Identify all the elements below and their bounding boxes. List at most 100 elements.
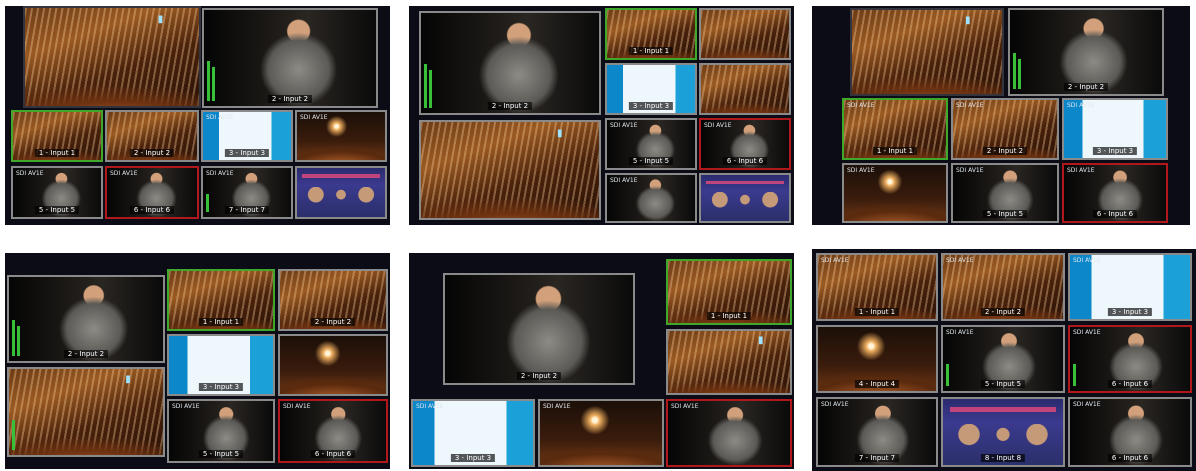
audio-meter-icon [946,364,949,386]
multiview-tile[interactable]: SDI AV1E [605,173,697,223]
multiview-tile[interactable]: SDI AV1E 6 - Input 6 [1062,163,1168,223]
multiview-tile[interactable]: 1 - Input 1 [167,269,275,331]
input-label: 1 - Input 1 [706,312,752,320]
multiview-tile[interactable]: SDI AV1E 2 - Input 2 [941,253,1065,321]
input-label: 3 - Input 3 [450,454,496,462]
multiview-tile[interactable]: SDI AV1E 7 - Input 7 [816,397,938,467]
input-label: 5 - Input 5 [198,450,244,458]
audio-meter-icon [424,64,427,108]
preview-tile[interactable]: ▮ [419,120,601,220]
input-label: 5 - Input 5 [980,380,1026,388]
multiview-tile[interactable]: SDI AV1E 5 - Input 5 [605,118,697,170]
tally-label: SDI AV1E [300,114,328,121]
preview-tile[interactable]: ▮ [850,8,1004,96]
multiview-tile[interactable]: 1 - Input 1 [11,110,103,162]
input-label: 2 - Input 2 [129,149,175,157]
input-label: 5 - Input 5 [628,157,674,165]
input-label: 2 - Input 2 [982,147,1028,155]
multiview-tile[interactable]: SDI AV1E 5 - Input 5 [951,163,1059,223]
multiview-tile[interactable]: 1 - Input 1 [605,8,697,60]
multiview-tile[interactable]: 8 - Input 8 [941,397,1065,467]
multiview-tile[interactable]: ▮ [666,329,792,395]
tally-label: SDI AV1E [671,403,699,410]
multiview-tile[interactable] [699,63,791,115]
tally-label: SDI AV1E [16,170,44,177]
program-tile[interactable]: 2 - Input 2 [419,11,601,115]
multiview-tile[interactable]: 3 - Input 3 [167,334,275,396]
preview-tile[interactable]: ▮ [7,367,165,457]
multiview-tile[interactable]: SDI AV1E 1 - Input 1 [816,253,938,321]
audio-meter-icon [1013,53,1016,89]
multiview-tile[interactable] [699,173,791,223]
preview-tile[interactable]: ▮ [23,6,201,108]
bookmark-icon: ▮ [965,15,971,27]
multiview-tile[interactable]: SDI AV1E 3 - Input 3 [201,110,293,162]
tally-label: SDI AV1E [847,102,875,109]
multiview-tile[interactable]: SDI AV1E 5 - Input 5 [11,166,103,219]
audio-meter-icon [212,67,215,101]
input-label: 3 - Input 3 [1107,308,1153,316]
multiview-tile[interactable]: SDI AV1E 3 - Input 3 [411,399,535,467]
tally-label: SDI AV1E [1067,102,1095,109]
bookmark-icon: ▮ [125,374,131,386]
tally-label: SDI AV1E [821,401,849,408]
multiview-tile[interactable]: 2 - Input 2 [278,269,388,331]
input-label: 2 - Input 2 [980,308,1026,316]
speaker-faces [708,192,782,211]
multiview-tile[interactable]: 2 - Input 2 [105,110,199,162]
card-banner [302,173,380,178]
multiview-tile[interactable]: SDI AV1E [538,399,664,467]
input-label: 1 - Input 1 [198,318,244,326]
tally-label: SDI AV1E [283,403,311,410]
tally-label: SDI AV1E [610,177,638,184]
input-label: 3 - Input 3 [198,383,244,391]
audio-meter-icon [12,320,15,356]
input-label: 8 - Input 8 [980,454,1026,462]
layout-bottom-center: 2 - Input 2 1 - Input 1 ▮ SDI AV1E 3 - I… [409,253,794,469]
multiview-tile[interactable]: SDI AV1E 2 - Input 2 [951,98,1059,160]
tally-label: SDI AV1E [416,403,444,410]
input-label: 2 - Input 2 [267,95,313,103]
multiview-tile[interactable]: 3 - Input 3 [605,63,697,115]
multiview-tile[interactable]: SDI AV1E 6 - Input 6 [699,118,791,170]
multiview-tile[interactable] [699,8,791,60]
input-label: 6 - Input 6 [1092,210,1138,218]
multiview-tile[interactable]: 1 - Input 1 [666,259,792,325]
multiview-tile[interactable] [278,334,388,396]
multiview-tile[interactable]: SDI AV1E 5 - Input 5 [941,325,1065,393]
tally-label: SDI AV1E [1067,167,1095,174]
multiview-tile[interactable]: SDI AV1E [295,110,387,162]
multiview-tile[interactable]: SDI AV1E 6 - Input 6 [278,399,388,463]
program-tile[interactable]: 2 - Input 2 [202,8,378,108]
input-label: 1 - Input 1 [872,147,918,155]
audio-meter-icon [1073,364,1076,386]
card-banner [706,180,784,185]
input-label: 1 - Input 1 [628,47,674,55]
program-tile[interactable]: 2 - Input 2 [7,275,165,363]
multiview-tile[interactable]: SDI AV1E 6 - Input 6 [1068,397,1192,467]
tally-label: SDI AV1E [206,114,234,121]
audio-meter-icon [429,70,432,108]
multiview-tile[interactable]: 4 - Input 4 [816,325,938,393]
input-label: 5 - Input 5 [982,210,1028,218]
input-label: 3 - Input 3 [628,102,674,110]
input-label: 2 - Input 2 [516,372,562,380]
multiview-tile[interactable]: SDI AV1E 3 - Input 3 [1062,98,1168,160]
input-label: 6 - Input 6 [722,157,768,165]
multiview-tile[interactable]: SDI AV1E [666,399,792,467]
layout-bottom-right: SDI AV1E 1 - Input 1 SDI AV1E 2 - Input … [812,249,1196,471]
multiview-tile[interactable]: SDI AV1E 5 - Input 5 [167,399,275,463]
multiview-tile[interactable] [295,166,387,219]
tally-label: SDI AV1E [543,403,571,410]
multiview-tile[interactable]: SDI AV1E 3 - Input 3 [1068,253,1192,321]
input-label: 6 - Input 6 [1107,454,1153,462]
program-tile[interactable]: 2 - Input 2 [1008,8,1164,96]
multiview-tile[interactable]: SDI AV1E 6 - Input 6 [1068,325,1192,393]
multiview-tile[interactable]: SDI AV1E 1 - Input 1 [842,98,948,160]
program-tile[interactable]: 2 - Input 2 [443,273,635,385]
multiview-tile[interactable]: SDI AV1E 7 - Input 7 [201,166,293,219]
input-label: 3 - Input 3 [1092,147,1138,155]
multiview-tile[interactable]: SDI AV1E [842,163,948,223]
multiview-tile[interactable]: SDI AV1E 6 - Input 6 [105,166,199,219]
input-label: 6 - Input 6 [129,206,175,214]
